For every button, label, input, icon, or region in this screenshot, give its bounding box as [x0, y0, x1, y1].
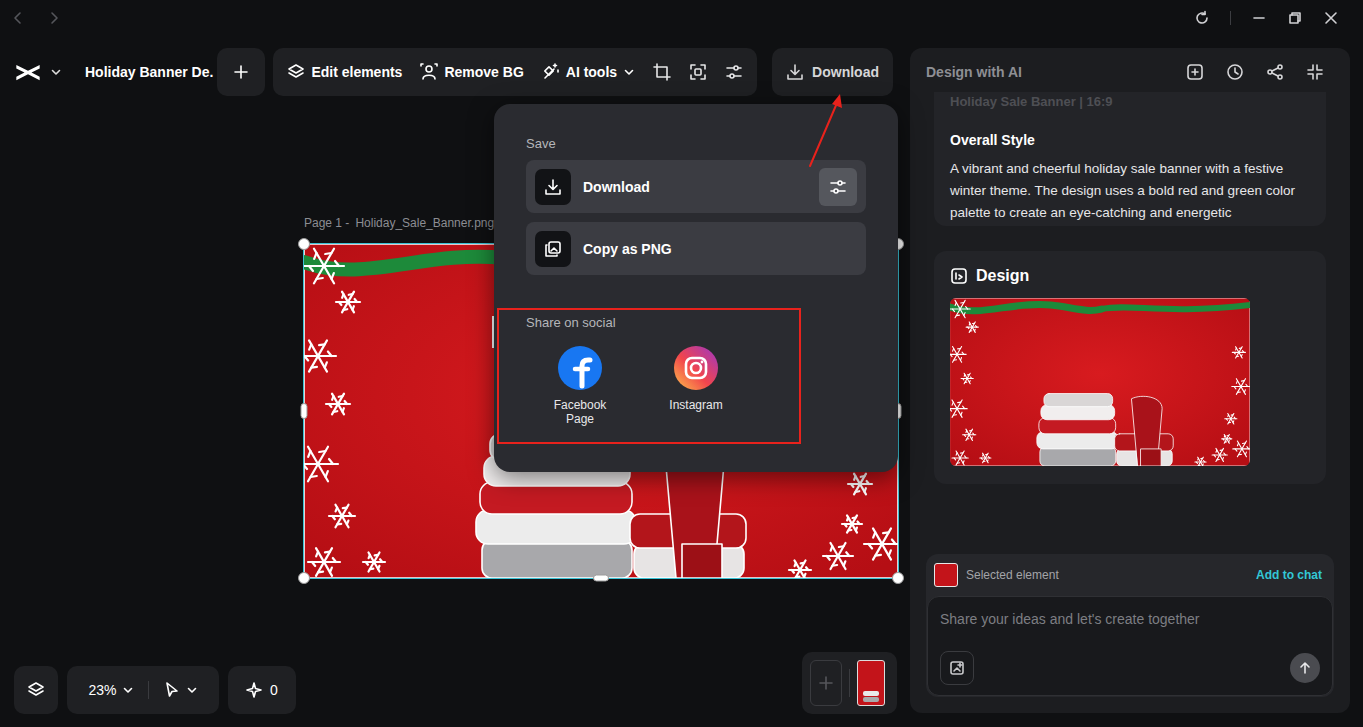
social-list: Facebook Page Instagram [526, 346, 866, 426]
style-description: A vibrant and cheerful holiday sale bann… [950, 158, 1310, 224]
spec-title: Holiday Sale Banner | 16:9 [950, 94, 1310, 110]
share-icon[interactable] [1266, 63, 1284, 81]
chat-input[interactable]: Share your ideas and let's create togeth… [927, 596, 1333, 696]
send-arrow-icon [1297, 660, 1313, 676]
copy-image-icon [544, 240, 562, 258]
resize-icon[interactable] [689, 63, 707, 81]
close-icon[interactable] [1323, 10, 1339, 26]
project-title[interactable]: Holiday Banner De. [85, 64, 213, 80]
remove-background-icon [420, 63, 438, 81]
add-button[interactable] [217, 48, 265, 96]
tool-button[interactable]: Remove BG [420, 63, 523, 81]
pages-strip [802, 652, 897, 714]
divider [849, 669, 850, 697]
page-label: Page 1 - Holiday_Sale_Banner.png [304, 216, 494, 230]
resize-handle[interactable] [298, 238, 310, 250]
adjust-icon[interactable] [725, 63, 743, 81]
layers-icon [287, 63, 305, 81]
minimize-icon[interactable] [1251, 10, 1267, 26]
plus-icon [232, 63, 250, 81]
selected-element-thumbnail [934, 563, 958, 587]
download-settings-button[interactable] [819, 168, 857, 206]
panel-title: Design with AI [926, 64, 1022, 80]
divider [148, 681, 149, 699]
ai-panel: Design with AI Holiday Sale Banner | 16:… [910, 48, 1350, 713]
capcut-logo-icon [14, 58, 42, 86]
row-icon-box [535, 169, 571, 205]
add-image-icon [949, 660, 965, 676]
download-button[interactable]: Download [772, 48, 893, 96]
layers-button[interactable] [14, 666, 58, 714]
chat-placeholder: Share your ideas and let's create togeth… [940, 611, 1320, 627]
resize-handle[interactable] [298, 572, 310, 584]
settings-sliders-icon [829, 178, 847, 196]
ai-credits-button[interactable]: 0 [228, 666, 296, 714]
navigation [10, 10, 62, 26]
toolbar: Holiday Banner De. Edit elements Remove … [0, 48, 910, 96]
chevron-down-icon [50, 66, 62, 78]
window-controls [1194, 10, 1339, 26]
tool-button[interactable]: AI tools [542, 63, 635, 81]
download-icon [786, 63, 804, 81]
design-editor-window: Holiday Banner De. Edit elements Remove … [0, 0, 1363, 727]
style-heading: Overall Style [950, 132, 1310, 148]
save-heading: Save [526, 136, 866, 151]
forward-arrow-icon[interactable] [46, 10, 62, 26]
zoom-controls: 23% [67, 666, 219, 714]
divider [1230, 11, 1231, 25]
chevron-down-icon [623, 66, 635, 78]
tool-group: Edit elements Remove BG AI tools [273, 48, 757, 96]
instagram-icon [674, 346, 718, 390]
download-icon [544, 178, 562, 196]
menu-item[interactable]: Download [526, 160, 866, 213]
add-page-button[interactable] [810, 660, 842, 706]
selected-element-strip: Selected element Add to chat [926, 554, 1334, 596]
resize-handle[interactable] [301, 403, 308, 419]
plus-icon [817, 674, 835, 692]
send-button[interactable] [1290, 653, 1320, 683]
selected-element-label: Selected element [966, 568, 1248, 582]
restore-icon[interactable] [1287, 10, 1303, 26]
tool-button[interactable]: Edit elements [287, 63, 402, 81]
refresh-icon[interactable] [1194, 10, 1210, 26]
crop-icon[interactable] [653, 63, 671, 81]
social-heading: Share on social [526, 315, 866, 330]
layers-icon [27, 681, 45, 699]
zoom-dropdown[interactable]: 23% [88, 682, 133, 698]
app-menu[interactable] [14, 58, 72, 86]
download-menu: Save Download Copy as PNG Share on socia… [494, 104, 898, 472]
back-arrow-icon[interactable] [10, 10, 26, 26]
attach-image-button[interactable] [940, 651, 974, 685]
pointer-icon [163, 681, 181, 699]
chevron-down-icon [186, 684, 198, 696]
bottom-bar: 23% 0 [0, 647, 910, 727]
design-icon [950, 267, 968, 285]
chat-box: Selected element Add to chat Share your … [926, 554, 1334, 697]
pointer-tool-dropdown[interactable] [163, 681, 198, 699]
collapse-icon[interactable] [1306, 63, 1324, 81]
page-thumbnail[interactable] [857, 660, 885, 706]
style-card: Holiday Sale Banner | 16:9 Overall Style… [934, 92, 1326, 226]
panel-header: Design with AI [910, 48, 1350, 92]
social-share-button[interactable]: Facebook Page [540, 346, 620, 426]
banner-artwork [950, 298, 1250, 466]
facebook-icon [558, 346, 602, 390]
design-result-thumbnail[interactable] [950, 298, 1250, 466]
history-icon[interactable] [1226, 63, 1244, 81]
sparkle-icon [246, 682, 262, 698]
resize-handle[interactable] [892, 572, 904, 584]
menu-item[interactable]: Copy as PNG [526, 222, 866, 275]
magic-wand-icon [542, 63, 560, 81]
add-to-chat-button[interactable]: Add to chat [1256, 568, 1322, 582]
new-chat-icon[interactable] [1186, 63, 1204, 81]
social-share-button[interactable]: Instagram [656, 346, 736, 426]
title-bar [0, 0, 1363, 36]
design-heading: Design [950, 267, 1310, 285]
design-card: Design [934, 251, 1326, 484]
chevron-down-icon [122, 684, 134, 696]
resize-handle[interactable] [593, 575, 609, 582]
row-icon-box [535, 231, 571, 267]
